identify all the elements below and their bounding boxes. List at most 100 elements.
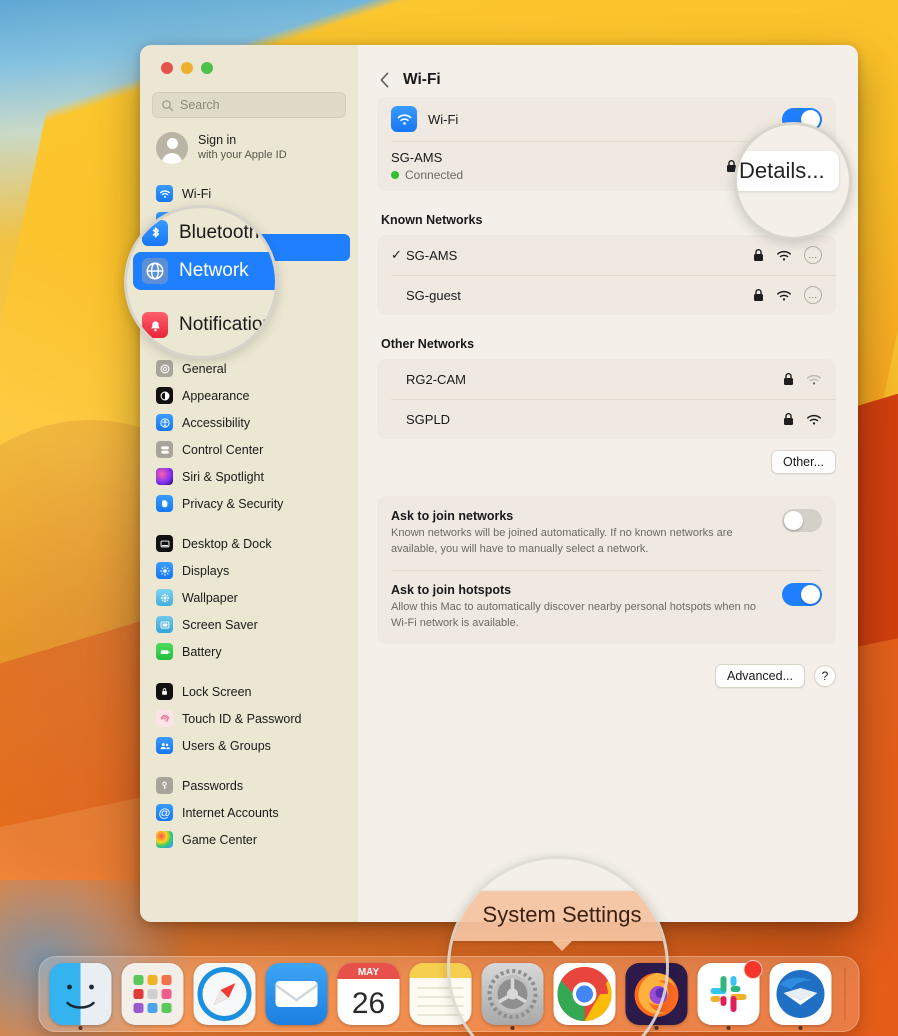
- magnifier-lens-details: Details...: [734, 122, 852, 240]
- passwords-key-icon: [156, 777, 173, 794]
- sidebar-item-siri-spotlight[interactable]: Siri & Spotlight: [148, 463, 350, 490]
- pane-header: Wi-Fi: [358, 45, 858, 97]
- wifi-signal-icon: [777, 290, 791, 301]
- table-row[interactable]: ✓ SG-AMS ...: [377, 235, 836, 275]
- ask-to-join-hotspots-switch[interactable]: [782, 583, 822, 607]
- sidebar-item-wallpaper[interactable]: Wallpaper: [148, 584, 350, 611]
- dock-item-safari[interactable]: [193, 963, 256, 1025]
- ask-to-join-networks-switch[interactable]: [782, 509, 822, 532]
- sidebar-item-label: Lock Screen: [182, 684, 252, 699]
- sidebar-item-general[interactable]: General: [148, 355, 350, 382]
- table-row[interactable]: SGPLD: [377, 399, 836, 439]
- lock-icon: [784, 413, 793, 425]
- sidebar-item-label: Game Center: [182, 832, 258, 847]
- status-dot: [391, 171, 399, 179]
- sidebar-item-label: Wallpaper: [182, 590, 238, 605]
- dock-item-slack[interactable]: [697, 960, 763, 1030]
- apple-id-sign-in-row[interactable]: Sign in with your Apple ID: [140, 118, 358, 176]
- lens-label: Notifications: [179, 314, 278, 335]
- sidebar-item-label: Internet Accounts: [182, 805, 279, 820]
- network-name: RG2-CAM: [406, 371, 466, 387]
- dock-item-launchpad[interactable]: [121, 963, 184, 1025]
- ask-to-join-hotspots-row: Ask to join hotspots Allow this Mac to a…: [377, 570, 836, 644]
- accessibility-icon: [156, 414, 173, 431]
- running-indicator: [78, 1026, 83, 1030]
- dock-tooltip-magnified: System Settings: [450, 891, 666, 951]
- sidebar-item-accessibility[interactable]: Accessibility: [148, 409, 350, 436]
- preference-title: Ask to join networks: [391, 509, 514, 523]
- sidebar-item-label: Screen Saver: [182, 617, 258, 632]
- preference-description: Allow this Mac to automatically discover…: [391, 601, 757, 629]
- connection-status: Connected: [391, 168, 463, 182]
- search-icon: [162, 99, 174, 111]
- sidebar-item-battery[interactable]: Battery: [148, 638, 350, 665]
- dock-item-calendar[interactable]: MAY 26: [337, 963, 400, 1025]
- dock-item-mail[interactable]: [265, 963, 328, 1025]
- table-row[interactable]: SG-guest ...: [377, 275, 836, 315]
- screen-saver-icon: [156, 616, 173, 633]
- lens-item-network: Network: [133, 252, 275, 290]
- sidebar-item-internet-accounts[interactable]: @ Internet Accounts: [148, 799, 350, 826]
- svg-text:26: 26: [352, 987, 385, 1020]
- preferences-card: Ask to join networks Known networks will…: [377, 496, 836, 645]
- mail-icon: [265, 963, 328, 1025]
- sidebar-item-label: Passwords: [182, 778, 244, 793]
- network-globe-icon: [142, 258, 168, 284]
- help-button[interactable]: ?: [814, 665, 836, 688]
- search-input[interactable]: Search: [152, 92, 346, 118]
- dock-item-thunderbird[interactable]: [769, 963, 832, 1030]
- table-row[interactable]: RG2-CAM: [377, 359, 836, 399]
- sidebar-item-label: General: [182, 361, 227, 376]
- sidebar-item-displays[interactable]: Displays: [148, 557, 350, 584]
- desktop-dock-icon: [156, 535, 173, 552]
- network-more-button[interactable]: ...: [804, 286, 822, 304]
- internet-accounts-at-icon: @: [156, 804, 173, 821]
- sidebar-item-label: Accessibility: [182, 415, 251, 430]
- zoom-button[interactable]: [201, 62, 213, 74]
- network-name: SG-guest: [406, 287, 461, 303]
- chevron-left-icon[interactable]: [380, 72, 389, 88]
- close-button[interactable]: [161, 62, 173, 74]
- safari-icon: [193, 963, 256, 1025]
- sidebar-item-touch-id-password[interactable]: Touch ID & Password: [148, 705, 350, 732]
- network-name: SG-AMS: [406, 247, 458, 263]
- advanced-button[interactable]: Advanced...: [714, 664, 805, 689]
- wifi-icon: [391, 106, 417, 132]
- running-indicator: [726, 1026, 731, 1030]
- dock-separator: [844, 968, 846, 1020]
- sidebar-item-wi-fi[interactable]: Wi-Fi: [148, 180, 350, 207]
- sidebar-item-control-center[interactable]: Control Center: [148, 436, 350, 463]
- sidebar-item-privacy-security[interactable]: Privacy & Security: [148, 490, 350, 517]
- touch-id-icon: [156, 710, 173, 727]
- sidebar-item-game-center[interactable]: Game Center: [148, 826, 350, 853]
- search-placeholder: Search: [180, 98, 220, 112]
- sidebar-item-users-groups[interactable]: Users & Groups: [148, 732, 350, 759]
- finder-icon: [49, 963, 112, 1025]
- sidebar-item-label: Desktop & Dock: [182, 536, 272, 551]
- lens-label: Bluetooth: [179, 222, 260, 243]
- other-button[interactable]: Other...: [771, 450, 836, 474]
- sidebar-item-lock-screen[interactable]: Lock Screen: [148, 678, 350, 705]
- displays-icon: [156, 562, 173, 579]
- control-center-icon: [156, 441, 173, 458]
- avatar: [156, 132, 188, 164]
- sidebar-item-screen-saver[interactable]: Screen Saver: [148, 611, 350, 638]
- sidebar-item-appearance[interactable]: Appearance: [148, 382, 350, 409]
- other-button-container: Other...: [377, 450, 836, 474]
- running-indicator: [654, 1026, 659, 1030]
- sign-in-title: Sign in: [198, 133, 237, 148]
- dock-item-finder[interactable]: [49, 963, 112, 1030]
- game-center-icon: [156, 831, 173, 848]
- network-more-button[interactable]: ...: [804, 246, 822, 264]
- magnifier-lens-network: Bluetooth Network Notifications: [124, 205, 278, 359]
- notification-badge: [743, 960, 763, 979]
- sidebar: Search Sign in with your Apple ID Wi-Fi …: [140, 45, 358, 922]
- sidebar-item-label: Privacy & Security: [182, 496, 284, 511]
- sidebar-item-label: Siri & Spotlight: [182, 469, 264, 484]
- sidebar-item-passwords[interactable]: Passwords: [148, 772, 350, 799]
- wifi-icon: [156, 185, 173, 202]
- minimize-button[interactable]: [181, 62, 193, 74]
- sidebar-item-desktop-dock[interactable]: Desktop & Dock: [148, 530, 350, 557]
- sign-in-subtitle: with your Apple ID: [198, 148, 287, 161]
- sidebar-divider: [148, 517, 350, 530]
